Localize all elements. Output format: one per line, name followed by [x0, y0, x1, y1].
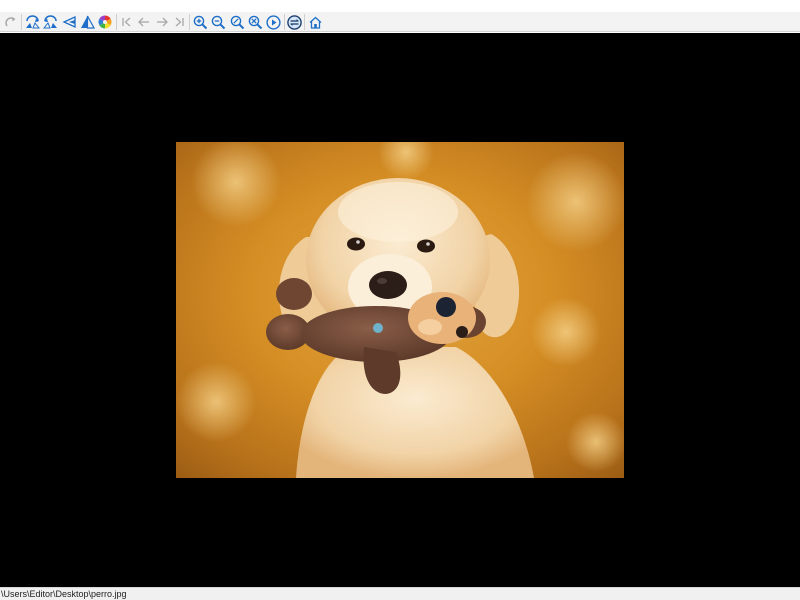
flip-horizontal-icon[interactable] — [24, 14, 40, 30]
image-viewport[interactable] — [0, 33, 800, 587]
toolbar-separator — [304, 14, 305, 30]
toolbar-separator — [284, 14, 285, 30]
previous-image-icon[interactable] — [136, 14, 152, 30]
status-bar: \Users\Editor\Desktop\perro.jpg — [0, 587, 800, 600]
next-image-icon[interactable] — [154, 14, 170, 30]
toolbar-separator — [21, 14, 22, 30]
slideshow-play-icon[interactable] — [265, 14, 281, 30]
home-icon[interactable] — [307, 14, 323, 30]
redo-icon[interactable] — [3, 14, 19, 30]
last-image-icon[interactable] — [171, 14, 187, 30]
title-strip — [0, 0, 800, 12]
displayed-photo[interactable] — [176, 142, 624, 478]
flip-vertical-icon[interactable] — [42, 14, 58, 30]
file-path: \Users\Editor\Desktop\perro.jpg — [1, 589, 127, 599]
toolbar-separator — [116, 14, 117, 30]
toolbar-separator — [189, 14, 190, 30]
toolbar — [0, 12, 800, 32]
zoom-fit-icon[interactable] — [229, 14, 245, 30]
first-image-icon[interactable] — [119, 14, 135, 30]
image-viewer-window: \Users\Editor\Desktop\perro.jpg — [0, 0, 800, 600]
zoom-actual-icon[interactable] — [247, 14, 263, 30]
zoom-out-icon[interactable] — [210, 14, 226, 30]
mirror-icon[interactable] — [61, 14, 77, 30]
color-wheel-icon[interactable] — [97, 14, 113, 30]
sharpen-icon[interactable] — [79, 14, 95, 30]
fit-toggle-icon[interactable] — [286, 14, 302, 30]
zoom-in-icon[interactable] — [192, 14, 208, 30]
